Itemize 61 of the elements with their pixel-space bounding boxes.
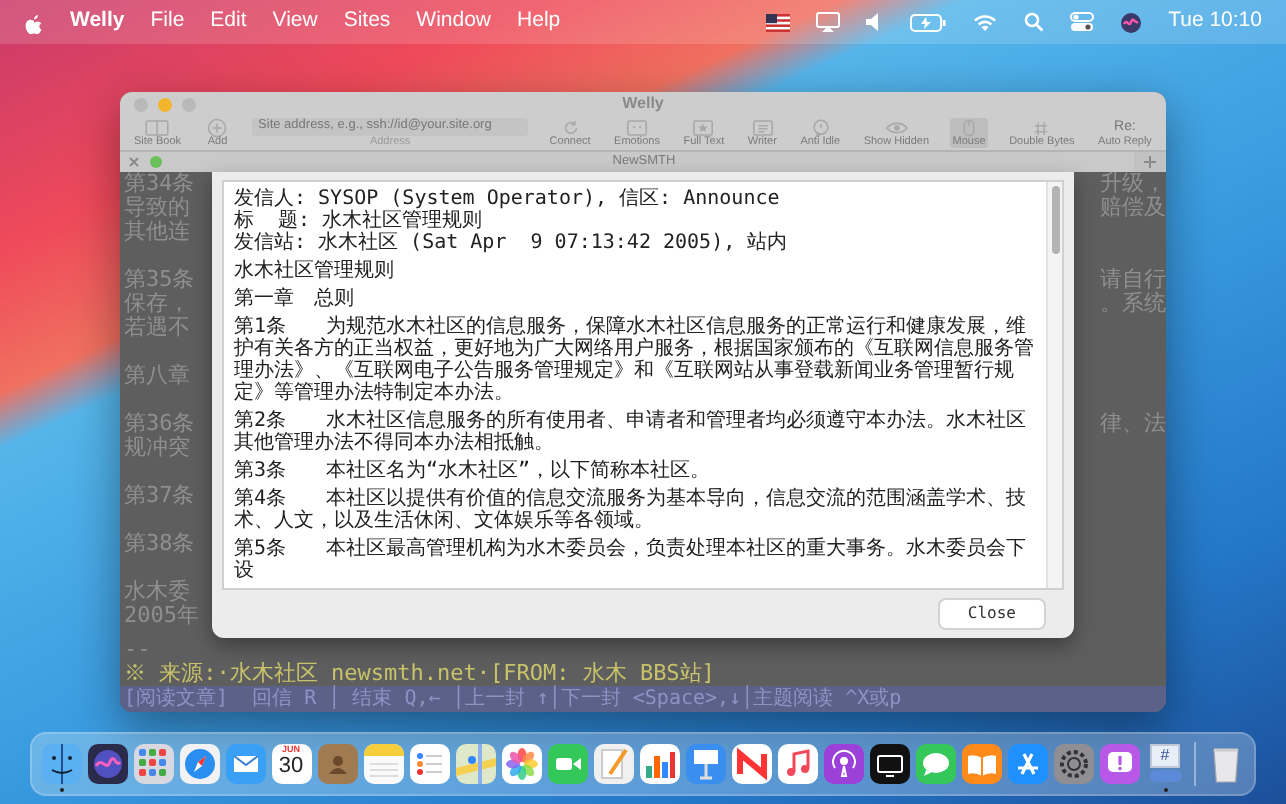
window-title: Welly xyxy=(622,96,664,112)
message-paragraph: 第4条 本社区以提供有价值的信息交流服务为基本导向，信息交流的范围涵盖学术、技术、人文，以及生活休闲、文体娱乐等各领域。 xyxy=(234,488,1029,532)
display-icon[interactable] xyxy=(816,12,841,32)
message-paragraph: 第一章 总则 xyxy=(234,288,356,310)
envelope-icon[interactable] xyxy=(225,744,265,784)
message-paragraph: 第2条 水木社区信息服务的所有使用者、申请者和管理者均必须遵守本办法。水木社区其他管理办法不得同本办法相抵触。 xyxy=(234,410,1029,454)
address-book-icon[interactable] xyxy=(317,744,357,784)
close-icon[interactable] xyxy=(128,156,140,168)
menu-item[interactable]: Sites xyxy=(343,6,391,38)
message-paragraph: 第3条 本社区名为“水木社区”，以下简称本社区。 xyxy=(234,460,713,482)
checklist-icon[interactable] xyxy=(409,744,449,784)
menu-item[interactable]: View xyxy=(272,6,318,38)
speech-bubble-icon xyxy=(807,117,834,137)
menu-item[interactable]: Edit xyxy=(210,6,247,38)
menu-bar-clock[interactable]: Tue 10:10 xyxy=(1168,6,1262,38)
broadcast-icon[interactable] xyxy=(823,744,863,784)
terminal-status-bar: [阅读文章] 回信 R │ 结束 Q,← │上一封 ↑│下一封 <Space>,↓│主题阅读 ^X或p xyxy=(120,686,1166,712)
search-icon[interactable] xyxy=(1024,12,1045,32)
message-header-line: 标 题: 水木社区管理规则 xyxy=(234,210,485,232)
compass-icon[interactable] xyxy=(179,744,219,784)
app-grid-icon[interactable] xyxy=(133,744,173,784)
smiling-face-icon[interactable] xyxy=(41,744,81,784)
document-icon xyxy=(749,117,776,137)
pen-on-paper-icon[interactable] xyxy=(593,744,633,784)
message-paragraph: 第5条 本社区最高管理机构为水木委员会，负责处理本社区的重大事务。水木委员会下设 xyxy=(234,538,1029,582)
scrollbar-thumb[interactable] xyxy=(1051,186,1059,254)
message-header-line: 发信人: SYSOP (System Operator), 信区: Announce xyxy=(234,188,782,210)
wifi-icon[interactable] xyxy=(972,12,999,32)
menu-item[interactable]: Help xyxy=(517,6,561,38)
terminal-line: ※ 来源:·水木社区 newsmth.net·[FROM: 水木 BBS站] xyxy=(122,662,715,686)
television-icon[interactable] xyxy=(869,744,909,784)
gear-icon[interactable] xyxy=(1053,744,1093,784)
app-menu[interactable]: Welly xyxy=(70,6,125,38)
notepad-icon[interactable] xyxy=(363,744,403,784)
message-header-line: 发信站: 水木社区 (Sat Apr 9 07:13:42 2005), 站内 xyxy=(234,232,790,254)
map-icon[interactable] xyxy=(455,744,495,784)
menu-item[interactable]: Window xyxy=(416,6,492,38)
siri-icon[interactable] xyxy=(1120,11,1143,33)
battery-icon[interactable] xyxy=(910,13,947,31)
book-icon xyxy=(144,117,171,137)
wave-orb-icon[interactable] xyxy=(87,744,127,784)
podium-icon[interactable] xyxy=(685,744,725,784)
bracket-face-icon xyxy=(624,117,651,137)
bar-chart-icon[interactable] xyxy=(639,744,679,784)
menu-item[interactable]: File xyxy=(150,6,185,38)
terminal-line: -- xyxy=(122,638,153,662)
message-paragraph: 水木社区管理规则 xyxy=(234,260,396,282)
apple-logo-icon[interactable] xyxy=(24,10,44,34)
plus-icon xyxy=(204,117,231,137)
video-camera-icon[interactable] xyxy=(547,744,587,784)
letter-n-shape-icon[interactable] xyxy=(731,744,771,784)
open-book-icon[interactable] xyxy=(961,744,1001,784)
exclamation-bubble-icon[interactable] xyxy=(1099,744,1139,784)
toggles-icon[interactable] xyxy=(1070,12,1095,32)
letter-a-shape-icon[interactable] xyxy=(1007,744,1047,784)
flag-icon[interactable] xyxy=(766,13,791,31)
eye-icon xyxy=(883,117,910,137)
message-paragraph: 第1条 为规范水木社区的信息服务，保障水木社区信息服务的正常运行和健康发展，维护有关各方的正当权益，更好地为广大网络用户服务，根据国家颁布的《互联网信息服务管理办法》、《互联网电子公告服务管理规定》和《互联网站从事登载新闻业务管理暂行规定》等管理办法特制定本办法。 xyxy=(234,316,1036,404)
music-note-icon[interactable] xyxy=(777,744,817,784)
close-button[interactable]: Close xyxy=(939,600,1044,628)
flower-icon[interactable] xyxy=(501,744,541,784)
